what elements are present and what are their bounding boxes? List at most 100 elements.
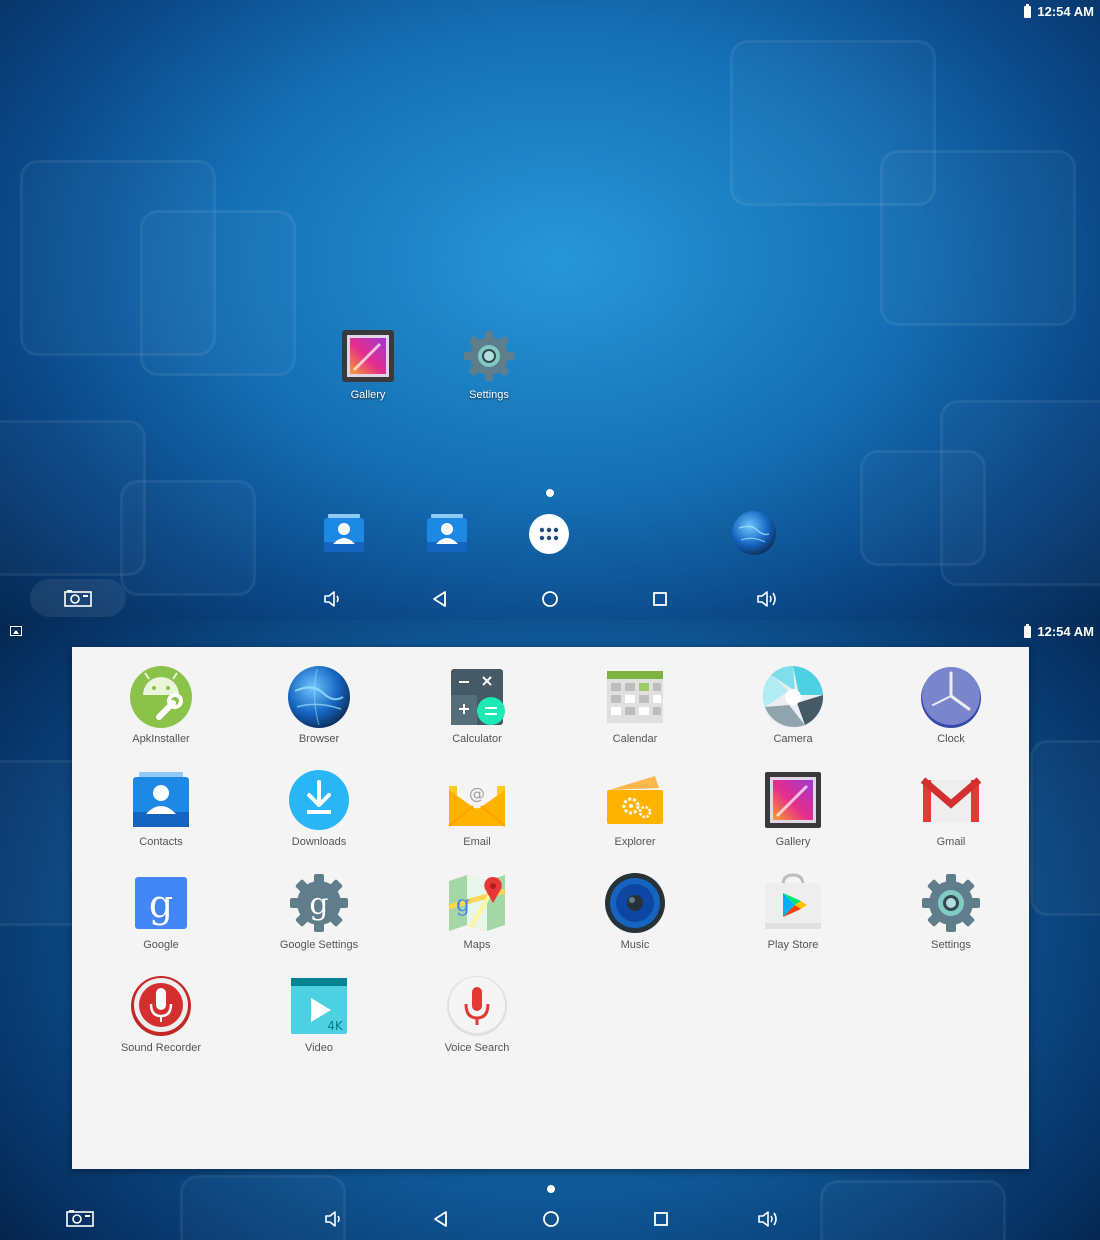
volume-up-button[interactable]: [756, 1207, 780, 1231]
contacts-icon: [427, 514, 467, 552]
clock-icon: [919, 665, 983, 729]
app-label: Contacts: [139, 836, 183, 848]
app-sound-recorder[interactable]: Sound Recorder: [82, 974, 240, 1077]
app-google[interactable]: g Google: [82, 871, 240, 974]
status-bar: 12:54 AM: [0, 620, 1100, 642]
dock-contacts[interactable]: [425, 512, 469, 556]
page-indicator-dot: [546, 489, 554, 497]
app-label: Video: [305, 1042, 333, 1054]
app-label: Sound Recorder: [120, 1042, 202, 1054]
status-time: 12:54 AM: [1037, 4, 1094, 19]
recents-button[interactable]: [648, 587, 672, 611]
screenshot-icon: [66, 1210, 94, 1227]
volume-down-button[interactable]: [322, 1207, 346, 1231]
home-icon: [543, 1211, 559, 1227]
volume-up-button[interactable]: [755, 587, 779, 611]
svg-text:@: @: [469, 784, 485, 803]
wallpaper-shape: [880, 150, 1076, 326]
home-button[interactable]: [539, 1207, 563, 1231]
dock-contacts[interactable]: [322, 512, 366, 556]
dock-browser[interactable]: [731, 510, 776, 555]
app-explorer[interactable]: Explorer: [556, 768, 714, 871]
app-camera[interactable]: Camera: [714, 665, 872, 768]
back-icon: [433, 591, 446, 607]
app-label: Play Store: [767, 939, 819, 951]
app-maps[interactable]: g Maps: [398, 871, 556, 974]
app-label: Maps: [463, 939, 491, 951]
wallpaper-shape: [140, 210, 296, 376]
app-label: Google Settings: [279, 939, 359, 951]
explorer-icon: [603, 768, 667, 832]
app-label: Explorer: [614, 836, 656, 848]
volume-down-button[interactable]: [321, 587, 345, 611]
video-icon: 4K: [287, 974, 351, 1038]
home-icon: [542, 591, 558, 607]
app-google-settings[interactable]: g Google Settings: [240, 871, 398, 974]
home-app-label: Settings: [469, 389, 509, 401]
app-calculator[interactable]: Calculator: [398, 665, 556, 768]
app-contacts[interactable]: Contacts: [82, 768, 240, 871]
screenshot-icon: [64, 590, 92, 607]
home-app-settings[interactable]: Settings: [444, 328, 534, 401]
downloads-icon: [287, 768, 351, 832]
page-indicator-dot: [547, 1185, 555, 1193]
gallery-icon: [340, 328, 396, 384]
wallpaper-shape: [860, 450, 986, 566]
back-button[interactable]: [429, 1207, 453, 1231]
app-gallery[interactable]: Gallery: [714, 768, 872, 871]
svg-text:g: g: [309, 887, 328, 922]
google-settings-icon: g: [287, 871, 351, 935]
maps-icon: g: [445, 871, 509, 935]
app-browser[interactable]: Browser: [240, 665, 398, 768]
app-label: Voice Search: [444, 1042, 510, 1054]
voice-search-icon: [445, 974, 509, 1038]
volume-down-icon: [325, 1211, 340, 1227]
recents-button[interactable]: [649, 1207, 673, 1231]
camera-icon: [761, 665, 825, 729]
browser-icon: [732, 511, 776, 555]
app-clock[interactable]: Clock: [872, 665, 1030, 768]
app-label: Downloads: [291, 836, 347, 848]
app-downloads[interactable]: Downloads: [240, 768, 398, 871]
app-music[interactable]: Music: [556, 871, 714, 974]
app-voice-search[interactable]: Voice Search: [398, 974, 556, 1077]
sound-recorder-icon: [129, 974, 193, 1038]
app-email[interactable]: @ Email: [398, 768, 556, 871]
calculator-icon: [445, 665, 509, 729]
home-button[interactable]: [538, 587, 562, 611]
status-time: 12:54 AM: [1037, 624, 1094, 639]
app-play-store[interactable]: Play Store: [714, 871, 872, 974]
app-label: Google: [143, 939, 179, 951]
svg-text:4K: 4K: [327, 1019, 344, 1033]
app-apkinstaller[interactable]: ApkInstaller: [82, 665, 240, 768]
app-label: Gmail: [936, 836, 966, 848]
back-button[interactable]: [428, 587, 452, 611]
home-app-gallery[interactable]: Gallery: [323, 328, 413, 401]
gmail-icon: [919, 768, 983, 832]
back-icon: [434, 1211, 447, 1227]
apk-installer-icon: [129, 665, 193, 729]
home-screen: 12:54 AM Gallery Settings: [0, 0, 1100, 620]
app-label: Camera: [773, 733, 813, 745]
svg-text:g: g: [149, 882, 173, 926]
app-gmail[interactable]: Gmail: [872, 768, 1030, 871]
recents-icon: [653, 592, 667, 606]
music-icon: [603, 871, 667, 935]
contacts-icon: [324, 514, 364, 552]
battery-icon: [1024, 3, 1032, 18]
app-video[interactable]: 4K Video: [240, 974, 398, 1077]
screenshot-button[interactable]: [30, 579, 126, 617]
calendar-icon: [603, 665, 667, 729]
screenshot-button[interactable]: [32, 1199, 128, 1237]
all-apps-button[interactable]: [527, 512, 571, 556]
app-label: ApkInstaller: [132, 733, 190, 745]
wallpaper-shape: [1030, 740, 1100, 916]
app-settings[interactable]: Settings: [872, 871, 1030, 974]
gallery-icon: [761, 768, 825, 832]
recents-icon: [654, 1212, 668, 1226]
google-icon: g: [129, 871, 193, 935]
image-notification-icon: [10, 626, 22, 636]
app-label: Browser: [298, 733, 340, 745]
app-drawer-panel: ApkInstaller Browser Calculator Calendar: [72, 647, 1029, 1169]
app-calendar[interactable]: Calendar: [556, 665, 714, 768]
